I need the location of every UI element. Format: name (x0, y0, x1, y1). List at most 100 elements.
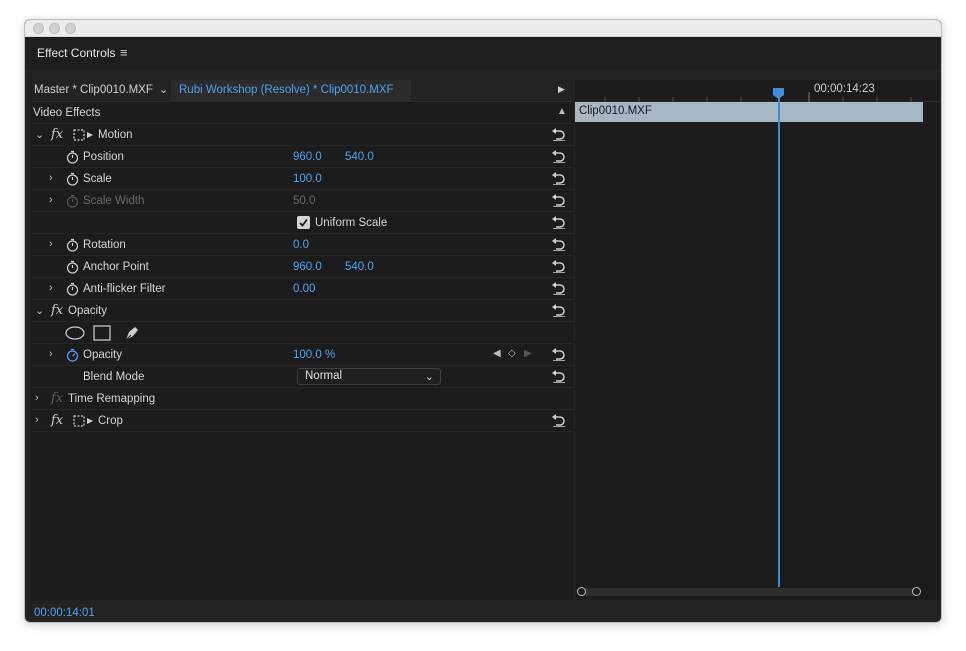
chevron-right-icon[interactable]: › (49, 172, 53, 184)
stopwatch-icon[interactable] (66, 150, 79, 164)
playhead-line[interactable] (778, 92, 780, 587)
add-keyframe-icon[interactable]: ◇ (508, 348, 516, 359)
param-label-opacity: Opacity (83, 349, 122, 361)
param-row-blend-mode: Blend Mode Normal ⌄ (31, 366, 574, 388)
param-row-opacity: › Opacity 100.0 % ◀ ◇ ▶ (31, 344, 574, 366)
chevron-right-icon[interactable]: › (49, 348, 53, 360)
chevron-down-icon[interactable]: ⌄ (35, 304, 44, 317)
reset-parameter-icon[interactable] (551, 369, 567, 383)
anchor-y-value[interactable]: 540.0 (345, 261, 374, 273)
blend-mode-value: Normal (305, 370, 343, 382)
fx-badge[interactable]: fx (51, 413, 63, 428)
window-titlebar (25, 20, 941, 37)
anchor-x-value[interactable]: 960.0 (293, 261, 322, 273)
reset-parameter-icon[interactable] (551, 149, 567, 163)
effect-row-time-remapping[interactable]: › fx Time Remapping (31, 388, 574, 410)
param-label-anti-flicker: Anti-flicker Filter (83, 283, 166, 295)
chevron-right-icon[interactable]: › (49, 282, 53, 294)
param-label-scale: Scale (83, 173, 112, 185)
scroll-handle-right[interactable] (912, 587, 921, 596)
clip-bar[interactable]: Clip0010.MXF (575, 102, 923, 122)
chevron-right-icon[interactable]: › (35, 414, 39, 426)
panel-title[interactable]: Effect Controls (37, 46, 115, 60)
fx-badge[interactable]: fx (51, 127, 63, 142)
reset-parameter-icon[interactable] (551, 347, 567, 361)
playhead-handle-icon[interactable] (773, 88, 784, 99)
transform-handle-icon[interactable] (73, 415, 95, 427)
transform-handle-icon[interactable] (73, 129, 95, 141)
effect-name-opacity: Opacity (68, 305, 107, 317)
checkmark-icon (299, 218, 308, 227)
chevron-right-icon[interactable]: › (49, 238, 53, 250)
effect-controls-window: Effect Controls ≡ Master * Clip0010.MXF … (24, 19, 942, 623)
param-row-anchor-point: Anchor Point 960.0 540.0 (31, 256, 574, 278)
param-label-rotation: Rotation (83, 239, 126, 251)
fx-badge[interactable]: fx (51, 303, 63, 318)
clip-name: Clip0010.MXF (579, 105, 652, 117)
clip-tab-bar: Master * Clip0010.MXF ⌄ Rubi Workshop (R… (31, 80, 574, 102)
scroll-handle-left[interactable] (577, 587, 586, 596)
stopwatch-icon (66, 194, 79, 208)
reset-parameter-icon[interactable] (551, 215, 567, 229)
collapse-up-icon[interactable]: ▲ (557, 106, 567, 117)
effect-name-crop: Crop (98, 415, 123, 427)
tab-sequence-clip[interactable]: Rubi Workshop (Resolve) * Clip0010.MXF (171, 80, 411, 102)
stopwatch-active-icon[interactable] (66, 348, 79, 362)
reset-parameter-icon[interactable] (551, 237, 567, 251)
reset-parameter-icon[interactable] (551, 193, 567, 207)
anti-flicker-value[interactable]: 0.00 (293, 283, 315, 295)
play-triangle-icon[interactable]: ▶ (558, 84, 565, 95)
position-x-value[interactable]: 960.0 (293, 151, 322, 163)
param-label-position: Position (83, 151, 124, 163)
reset-parameter-icon[interactable] (551, 281, 567, 295)
rectangle-mask-icon[interactable] (93, 325, 111, 341)
param-label-anchor-point: Anchor Point (83, 261, 149, 273)
effect-name-motion: Motion (98, 129, 133, 141)
param-label-blend-mode: Blend Mode (83, 371, 145, 383)
effects-parameter-panel: Master * Clip0010.MXF ⌄ Rubi Workshop (R… (31, 80, 574, 600)
reset-parameter-icon[interactable] (551, 127, 567, 141)
effect-row-motion[interactable]: ⌄ fx Motion (31, 124, 574, 146)
stopwatch-icon[interactable] (66, 260, 79, 274)
previous-keyframe-icon[interactable]: ◀ (493, 348, 501, 359)
opacity-value[interactable]: 100.0 % (293, 349, 335, 361)
tab-master-clip[interactable]: Master * Clip0010.MXF (34, 84, 153, 96)
effect-row-opacity[interactable]: ⌄ fx Opacity (31, 300, 574, 322)
next-keyframe-icon[interactable]: ▶ (524, 348, 532, 359)
zoom-window-button[interactable] (65, 23, 76, 34)
param-row-uniform-scale: Uniform Scale (31, 212, 574, 234)
param-row-rotation: › Rotation 0.0 (31, 234, 574, 256)
uniform-scale-checkbox[interactable] (297, 216, 310, 229)
current-timecode[interactable]: 00:00:14:01 (34, 607, 95, 619)
chevron-right-icon[interactable]: › (49, 194, 53, 206)
stopwatch-icon[interactable] (66, 282, 79, 296)
scale-value[interactable]: 100.0 (293, 173, 322, 185)
param-row-scale-width: › Scale Width 50.0 (31, 190, 574, 212)
reset-parameter-icon[interactable] (551, 413, 567, 427)
fx-badge-disabled: fx (51, 391, 64, 406)
scale-width-value: 50.0 (293, 195, 316, 207)
ellipse-mask-icon[interactable] (65, 326, 85, 340)
rotation-value[interactable]: 0.0 (293, 239, 309, 251)
param-row-anti-flicker: › Anti-flicker Filter 0.00 (31, 278, 574, 300)
close-window-button[interactable] (33, 23, 44, 34)
time-ruler[interactable]: 00:00:14:23 (575, 80, 941, 102)
param-row-scale: › Scale 100.0 (31, 168, 574, 190)
reset-parameter-icon[interactable] (551, 259, 567, 273)
chevron-right-icon[interactable]: › (35, 392, 39, 404)
reset-parameter-icon[interactable] (551, 171, 567, 185)
position-y-value[interactable]: 540.0 (345, 151, 374, 163)
effect-row-crop[interactable]: › fx Crop (31, 410, 574, 432)
stopwatch-icon[interactable] (66, 172, 79, 186)
pen-mask-icon[interactable] (123, 324, 141, 342)
uniform-scale-label[interactable]: Uniform Scale (315, 217, 387, 229)
minimize-window-button[interactable] (49, 23, 60, 34)
stopwatch-icon[interactable] (66, 238, 79, 252)
panel-header: Effect Controls ≡ (25, 37, 941, 69)
hamburger-icon[interactable]: ≡ (120, 45, 128, 60)
blend-mode-select[interactable]: Normal ⌄ (297, 368, 441, 385)
reset-parameter-icon[interactable] (551, 303, 567, 317)
chevron-down-icon[interactable]: ⌄ (35, 128, 44, 141)
timeline-zoom-scrollbar[interactable] (577, 587, 921, 596)
chevron-down-icon[interactable]: ⌄ (159, 83, 168, 96)
